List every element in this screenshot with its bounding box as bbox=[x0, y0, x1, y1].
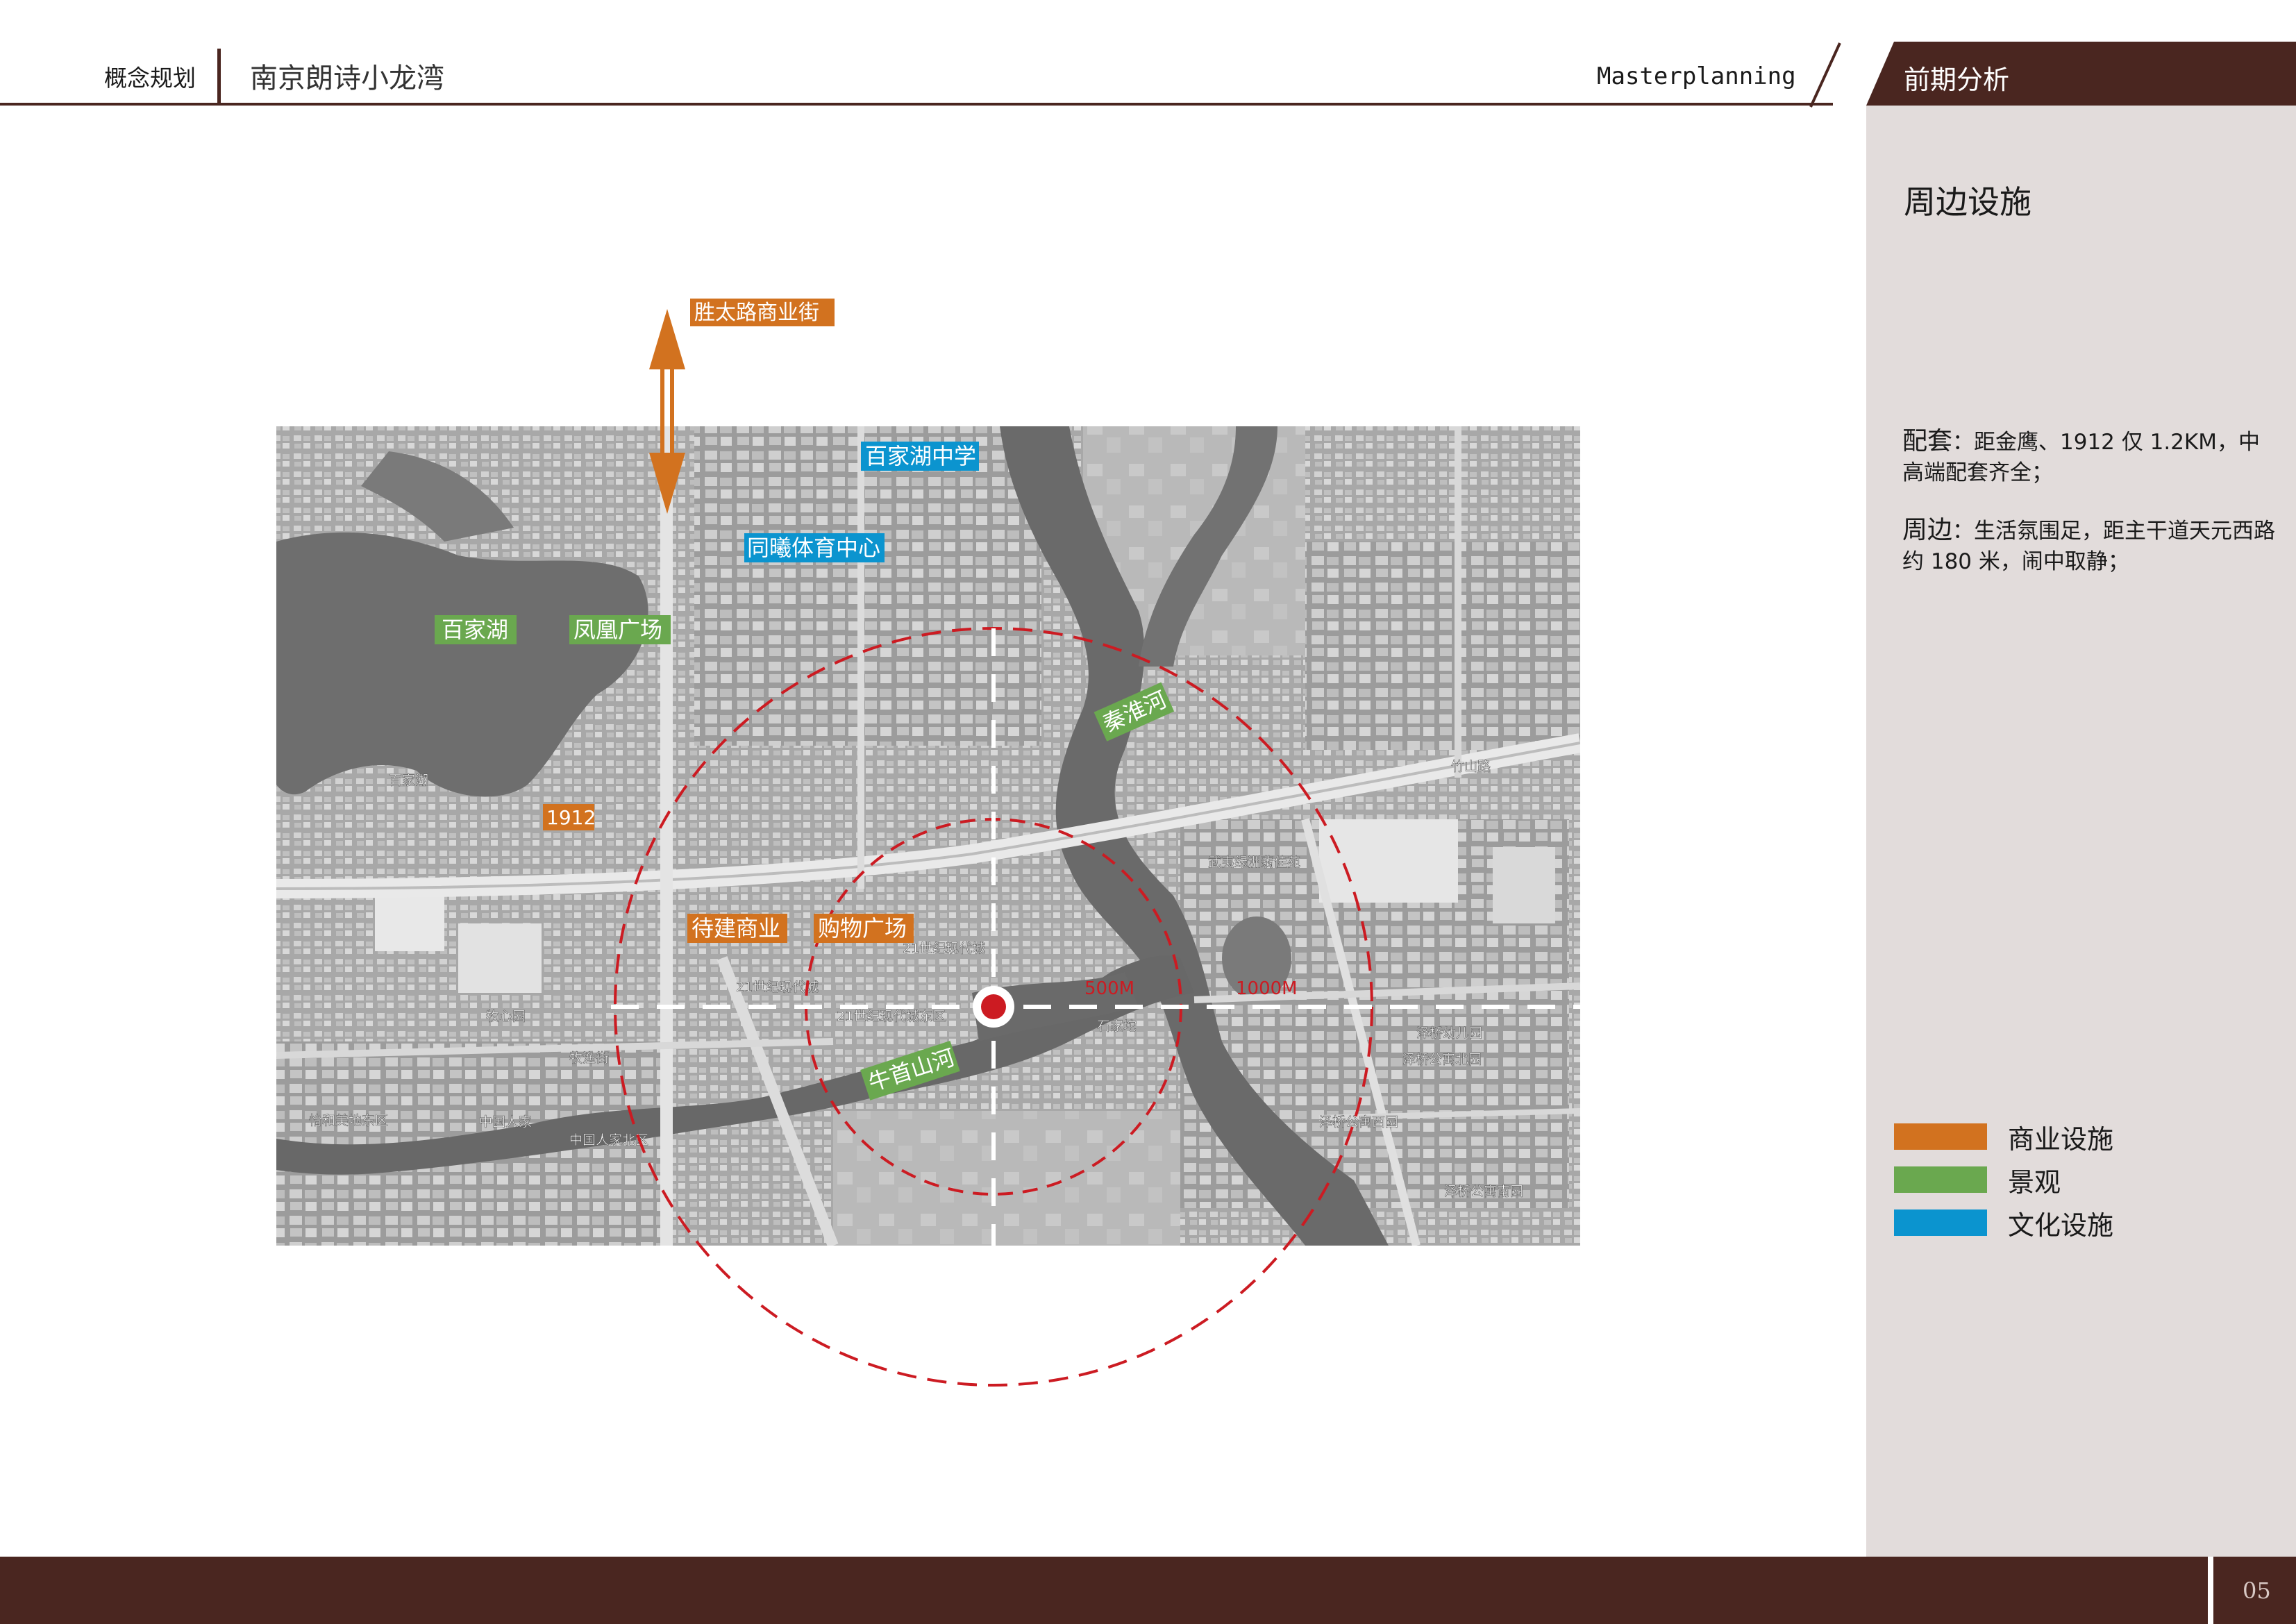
legend-swatch-landscape bbox=[1894, 1166, 1987, 1193]
page-number: 05 bbox=[2243, 1577, 2271, 1604]
panel-item-text: ：生活氛围足，距主干道天元西路约 180 米，闹中取静； bbox=[1902, 519, 2276, 574]
callout-pending-commercial: 待建商业 bbox=[687, 914, 787, 943]
legend-label-commercial: 商业设施 bbox=[2008, 1124, 2114, 1155]
aerial-basemap: 竹山路 武夷绿洲翡佳苑 21世纪现代城 21世纪现代城东区 21世纪现代城 百家… bbox=[276, 426, 1580, 1246]
basemap-label: 中国人家北区 bbox=[569, 1132, 648, 1148]
legend-label-landscape: 景观 bbox=[2008, 1167, 2061, 1198]
basemap-label: 泽桥公寓南园 bbox=[1444, 1184, 1523, 1199]
basemap-label: 武夷绿洲翡佳苑 bbox=[1208, 855, 1300, 870]
tag-text: 待建商业 bbox=[692, 915, 780, 941]
basemap-label: 21世纪现代城 bbox=[903, 941, 985, 956]
tag-text: 同曦体育中心 bbox=[747, 535, 880, 561]
tag-text: 胜太路商业街 bbox=[694, 301, 819, 325]
basemap-label: 中国人家 bbox=[479, 1114, 532, 1130]
panel-title: 周边设施 bbox=[1904, 183, 2031, 221]
basemap-label: 怡和美地东区 bbox=[309, 1113, 388, 1128]
basemap-label: 牧心园 bbox=[486, 1009, 526, 1024]
tag-text: 百家湖 bbox=[442, 617, 508, 643]
ring-label-500m: 500M bbox=[1084, 978, 1134, 999]
callout-school: 百家湖中学 bbox=[861, 442, 979, 471]
basemap-label: 石家坨 bbox=[1097, 1019, 1137, 1034]
basemap-label: 竹山路 bbox=[1451, 759, 1491, 774]
basemap-label: 泽桥公寓北园 bbox=[1402, 1052, 1482, 1067]
basemap-label: 牧渔街 bbox=[569, 1050, 609, 1066]
footer-bar bbox=[0, 1557, 2208, 1624]
tag-text: 1912 bbox=[546, 806, 596, 829]
site-marker bbox=[981, 994, 1006, 1019]
basemap-label: 泽桥公寓西园 bbox=[1319, 1114, 1398, 1130]
panel-item-label: 配套 bbox=[1902, 427, 1953, 455]
legend-label-culture: 文化设施 bbox=[2008, 1210, 2114, 1241]
callout-north-road: 胜太路商业街 bbox=[690, 299, 835, 326]
section-tab-label: 前期分析 bbox=[1904, 65, 2010, 95]
callout-lake: 百家湖 bbox=[435, 615, 517, 644]
tag-text: 凤凰广场 bbox=[573, 617, 662, 643]
panel-item-amenities: 配套：距金鹰、1912 仅 1.2KM，中高端配套齐全； bbox=[1902, 426, 2277, 488]
basemap-label: 泽桥幼儿园 bbox=[1416, 1026, 1482, 1041]
basemap-label: 百家湖 bbox=[389, 773, 428, 788]
tag-text: 百家湖中学 bbox=[865, 443, 976, 469]
legend-swatch-commercial bbox=[1894, 1123, 1987, 1150]
basemap-label: 21世纪现代城东区 bbox=[837, 1009, 946, 1024]
callout-1912: 1912 bbox=[543, 804, 596, 830]
panel-item-label: 周边 bbox=[1902, 516, 1953, 544]
ring-label-1000m: 1000M bbox=[1236, 978, 1298, 999]
tag-text: 购物广场 bbox=[818, 915, 907, 941]
callout-shopping-mall: 购物广场 bbox=[814, 914, 914, 943]
panel-item-text: ：距金鹰、1912 仅 1.2KM，中高端配套齐全； bbox=[1902, 430, 2260, 485]
panel-item-surroundings: 周边：生活氛围足，距主干道天元西路约 180 米，闹中取静； bbox=[1902, 515, 2277, 577]
site-map: 竹山路 武夷绿洲翡佳苑 21世纪现代城 21世纪现代城东区 21世纪现代城 百家… bbox=[276, 299, 1580, 1387]
callout-sports-center: 同曦体育中心 bbox=[744, 533, 885, 562]
callout-square: 凤凰广场 bbox=[569, 615, 671, 644]
side-panel bbox=[1866, 106, 2296, 1557]
legend-swatch-culture bbox=[1894, 1209, 1987, 1236]
